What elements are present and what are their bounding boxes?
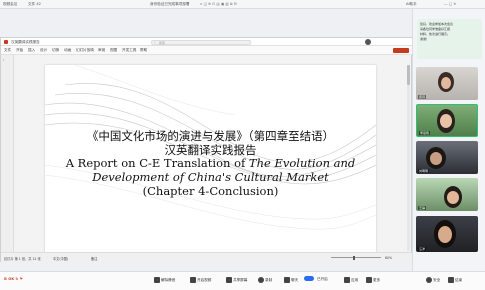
share-label: 共享屏幕 [233, 278, 248, 282]
menu-animations[interactable]: 动画 [64, 48, 71, 53]
chat-message: 您好，欢迎参加本次会议 [420, 22, 454, 26]
participant-name: 刘明明 [418, 169, 430, 173]
participant-name: 唐诗 [418, 95, 427, 99]
menu-transitions[interactable]: 切换 [52, 48, 59, 53]
slide-title-en-line1: A Report on C-E Translation of The Evolu… [65, 156, 356, 170]
share-screen-button[interactable]: 共享屏幕 [226, 277, 247, 283]
video-label: 开启视频 [197, 278, 212, 282]
menu-design[interactable]: 设计 [40, 48, 47, 53]
menu-insert[interactable]: 插入 [28, 48, 35, 53]
notes-button[interactable]: 备注 [91, 256, 97, 261]
presentation-window: 汉英翻译实践报告 ⌕ 搜索 文件 开始 插入 设计 切换 动画 幻灯片放映 审阅… [0, 37, 413, 262]
more-button[interactable]: 更多 [366, 277, 380, 283]
participant-face [430, 152, 442, 165]
vertical-scrollbar[interactable] [407, 65, 410, 251]
search-box[interactable]: ⌕ 搜索 [151, 39, 251, 45]
menu-slideshow[interactable]: 幻灯片放映 [76, 48, 94, 53]
apps-icon [344, 277, 350, 283]
security-icon [426, 277, 432, 283]
zoom-level[interactable]: 80% [385, 256, 392, 260]
end-label: 结束 [455, 278, 463, 282]
scroll-thumb[interactable] [407, 65, 410, 85]
ai-assistant-label[interactable]: AI助手 [406, 2, 417, 7]
security-label: 安全 [433, 278, 441, 282]
search-icon: ⌕ [154, 40, 156, 44]
participant-video[interactable]: 李思雨 [416, 104, 478, 137]
camera-icon [190, 277, 196, 283]
security-button[interactable]: 安全 [426, 277, 440, 283]
chat-label: 聊天 [291, 278, 299, 282]
menu-help[interactable]: 帮助 [140, 48, 147, 53]
menu-home[interactable]: 开始 [16, 48, 23, 53]
participant-video[interactable]: 刘明明 [416, 141, 478, 174]
record-icon [258, 277, 264, 283]
search-placeholder: 搜索 [159, 40, 166, 45]
end-icon [448, 277, 454, 283]
participant-video[interactable]: 汪洋 [416, 216, 478, 252]
meeting-titlebar: 视频会议 文件 42 身份验证已完成事项部署 ▫ ◫ ⊕ ⊡ ▤ ▣ ▥ ⧉ ✉… [0, 0, 485, 9]
record-label: 录制 [265, 278, 273, 282]
participant-face [438, 226, 452, 243]
chat-message: 请各位同学准备好汇报 [420, 27, 451, 31]
slide-thumbnails[interactable]: › [1, 55, 14, 253]
participant-video[interactable]: 唐诗 [416, 67, 478, 100]
status-label: 已开启 [317, 277, 328, 281]
menu-view[interactable]: 视图 [110, 48, 117, 53]
mic-button[interactable]: 解除静音 [154, 277, 175, 283]
mic-label: 解除静音 [161, 278, 176, 282]
end-button[interactable]: 结束 [448, 277, 462, 283]
chat-button[interactable]: 聊天 [284, 277, 298, 283]
status-bar: 幻灯片 第 1 张，共 12 张 中文(中国) 备注 80% [1, 252, 413, 262]
collapse-icon[interactable]: › [3, 58, 4, 62]
chat-panel: 您好，欢迎参加本次会议 请各位同学准备好汇报 材料，依次进行展示。 谢谢！ [417, 19, 482, 59]
mic-icon [154, 277, 160, 283]
slide-canvas[interactable]: 《中国文化市场的演进与发展》（第四章至结语） 汉英翻译实践报告 A Report… [45, 65, 376, 254]
presentation-tab[interactable]: 汉英翻译实践报告 [11, 40, 40, 45]
more-label: 更多 [373, 278, 381, 282]
window-controls[interactable]: ▫ ◫ ⊕ ⊡ ▤ ▣ ▥ ⧉ ✉ [200, 2, 237, 6]
meeting-title: 视频会议 [3, 2, 18, 6]
meeting-controls: ⊞ OK ↻ ⚑ 解除静音 开启视频 共享屏幕 录制 聊天 已开启 应用 更多 … [0, 271, 485, 290]
menu-file[interactable]: 文件 [4, 48, 11, 53]
presentation-titlebar: 汉英翻译实践报告 ⌕ 搜索 [1, 38, 413, 46]
menu-developer[interactable]: 开发工具 [122, 48, 136, 53]
chat-icon [284, 277, 290, 283]
meeting-subtitle: 文件 42 [28, 2, 41, 6]
meeting-center-label: 身份验证已完成事项部署 [150, 2, 190, 6]
apps-label: 应用 [351, 278, 359, 282]
share-button[interactable] [393, 47, 409, 53]
participant-video[interactable]: 王静 [416, 178, 478, 211]
slide-title-en-line3: (Chapter 4-Conclusion) [142, 184, 279, 198]
avatar[interactable] [365, 39, 371, 45]
apps-button[interactable]: 应用 [344, 277, 358, 283]
participant-face [441, 77, 451, 89]
ribbon-menu: 文件 开始 插入 设计 切换 动画 幻灯片放映 审阅 视图 开发工具 帮助 [1, 46, 413, 55]
participant-face [440, 114, 452, 128]
status-toggle[interactable] [304, 276, 314, 281]
chat-message: 材料，依次进行展示。 [420, 32, 451, 36]
share-screen-icon [226, 277, 232, 283]
left-status-icons[interactable]: ⊞ OK ↻ ⚑ [4, 277, 23, 281]
menu-review[interactable]: 审阅 [98, 48, 105, 53]
slide-counter: 幻灯片 第 1 张，共 12 张 [4, 256, 41, 261]
zoom-slider[interactable] [331, 257, 381, 258]
chat-message: 谢谢！ [420, 37, 430, 41]
participant-name: 李思雨 [419, 131, 431, 135]
video-button[interactable]: 开启视频 [190, 277, 211, 283]
powerpoint-logo-icon [4, 40, 8, 44]
participant-face [447, 191, 459, 204]
zoom-slider-thumb[interactable] [353, 255, 355, 260]
participant-name: 王静 [418, 206, 427, 210]
window-buttons[interactable]: — ▢ ✕ [444, 2, 456, 6]
language-indicator[interactable]: 中文(中国) [53, 256, 68, 261]
more-icon [366, 277, 372, 283]
participant-name: 汪洋 [418, 247, 427, 251]
record-button[interactable]: 录制 [258, 277, 272, 283]
slide-title-en-line2: Development of China's Cultural Market [92, 170, 329, 184]
